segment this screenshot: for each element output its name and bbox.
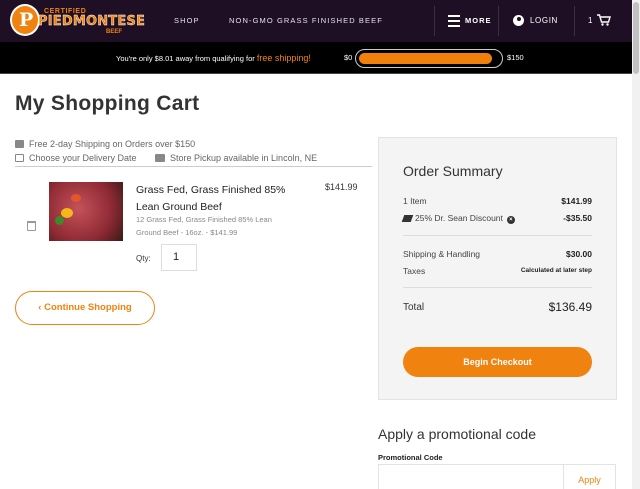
summary-discount-row: 25% Dr. Sean Discount × -$35.50 (401, 213, 592, 224)
logo-badge-letter: P (19, 9, 34, 31)
nav-shop-link[interactable]: SHOP (174, 16, 200, 25)
total-label: Total (403, 302, 425, 313)
shipping-progress-fill (359, 53, 492, 64)
promo-title: Apply a promotional code (378, 426, 536, 442)
cart-count[interactable]: 1 (588, 16, 592, 25)
top-navigation-bar: P CERTIFIED PIEDMONTESE BEEF SHOP NON-GM… (0, 0, 632, 42)
nav-divider (574, 6, 575, 36)
shipping-progress-track (355, 49, 503, 68)
remove-discount-icon[interactable]: × (506, 216, 515, 224)
product-image[interactable] (49, 182, 123, 241)
free-shipping-message-text: You're only $8.01 away from qualifying f… (116, 54, 255, 63)
cart-icon (155, 154, 165, 162)
progress-max-label: $150 (507, 53, 524, 62)
promo-code-input[interactable] (378, 464, 564, 489)
shipping-info-text: Free 2-day Shipping on Orders over $150 (29, 139, 196, 149)
begin-checkout-button[interactable]: Begin Checkout (403, 347, 592, 377)
items-subtotal-value: $141.99 (561, 196, 592, 206)
quantity-input[interactable]: 1 (161, 244, 197, 271)
page-scrollbar[interactable] (632, 0, 640, 489)
shipping-label: Shipping & Handling (403, 249, 481, 259)
continue-shopping-button[interactable]: ‹ Continue Shopping (15, 291, 155, 325)
order-summary-panel: Order Summary 1 Item $141.99 25% Dr. Sea… (378, 137, 617, 400)
divider (403, 287, 592, 288)
taxes-label: Taxes (403, 266, 426, 276)
delivery-date-link[interactable]: Choose your Delivery Date (15, 153, 137, 163)
divider (403, 235, 592, 236)
free-shipping-highlight: free shipping! (256, 53, 311, 63)
site-logo[interactable]: P CERTIFIED PIEDMONTESE BEEF (10, 4, 145, 38)
delivery-date-text[interactable]: Choose your Delivery Date (29, 153, 137, 163)
cart-icon[interactable] (597, 14, 611, 26)
logo-main-text: PIEDMONTESE (38, 14, 146, 29)
logo-badge: P (10, 4, 40, 36)
shipping-value: $30.00 (566, 249, 592, 259)
summary-total-row: Total $136.49 (403, 300, 592, 314)
progress-min-label: $0 (344, 53, 353, 62)
more-label: MORE (465, 16, 492, 25)
shipping-info-line: Free 2-day Shipping on Orders over $150 (15, 139, 195, 149)
product-name[interactable]: Grass Fed, Grass Finished 85% Lean Groun… (136, 182, 296, 216)
logo-sub-text: BEEF (106, 29, 123, 35)
login-label: LOGIN (530, 16, 558, 25)
order-summary-title: Order Summary (403, 163, 503, 179)
quantity-label: Qty: (136, 254, 151, 263)
user-icon (513, 15, 524, 26)
nav-divider (434, 6, 435, 36)
truck-icon (15, 140, 24, 148)
store-pickup-text: Store Pickup available in Lincoln, NE (170, 153, 318, 163)
store-pickup-line: Store Pickup available in Lincoln, NE (155, 153, 317, 163)
discount-label: 25% Dr. Sean Discount (415, 213, 503, 223)
total-value: $136.49 (548, 300, 592, 314)
summary-taxes-row: Taxes Calculated at later step (403, 266, 592, 276)
summary-items-row: 1 Item $141.99 (403, 196, 592, 206)
summary-shipping-row: Shipping & Handling $30.00 (403, 249, 592, 259)
free-shipping-progress-bar: You're only $8.01 away from qualifying f… (0, 42, 632, 74)
apply-promo-button[interactable]: Apply (563, 464, 616, 489)
tag-icon (401, 214, 414, 222)
free-shipping-message: You're only $8.01 away from qualifying f… (116, 53, 311, 63)
promo-field-label: Promotional Code (378, 453, 443, 462)
page-title: My Shopping Cart (15, 92, 200, 115)
hamburger-icon (448, 15, 460, 30)
items-count-label: 1 Item (403, 196, 427, 206)
calendar-icon (15, 154, 24, 162)
product-price: $141.99 (325, 182, 358, 192)
nav-grass-finished-beef-link[interactable]: NON-GMO GRASS FINISHED BEEF (229, 16, 383, 25)
product-description: 12 Grass Fed, Grass Finished 85% Lean Gr… (136, 215, 272, 237)
trash-icon[interactable] (27, 221, 36, 231)
discount-value: -$35.50 (563, 213, 592, 223)
nav-divider (498, 6, 499, 36)
scrollbar-thumb[interactable] (633, 2, 639, 74)
divider (15, 166, 372, 167)
taxes-value: Calculated at later step (520, 267, 592, 274)
